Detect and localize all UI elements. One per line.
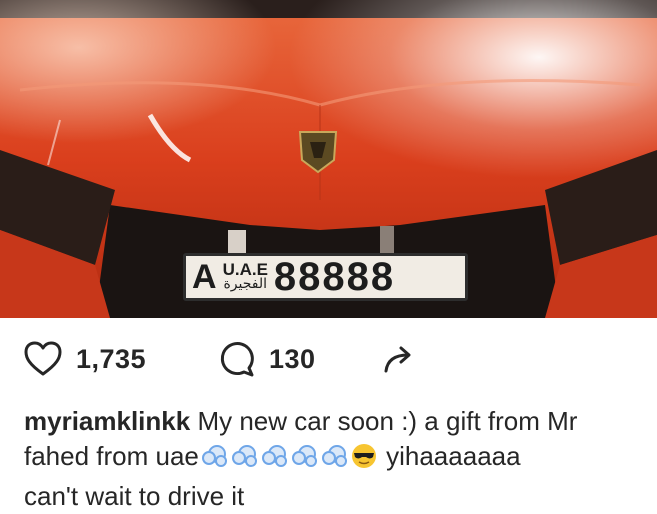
comment-icon [220,342,254,377]
dash-icon [199,442,229,479]
plate-number: 88888 [273,254,396,299]
like-count: 1,735 [76,343,147,374]
plate-emirate: الفجيرة [223,276,268,292]
comment-button[interactable]: 130 [219,332,316,386]
share-button[interactable] [382,332,414,386]
action-bar: 1,735 130 [24,332,644,386]
caption-text-line2: fahed from uae [24,441,199,471]
caption-text-line1: My new car soon :) a gift from Mr [190,406,578,436]
dash-icon [319,442,349,479]
caption-username[interactable]: myriamklinkk [24,406,190,436]
license-plate: A U.A.E الفجيرة 88888 [183,253,468,301]
share-icon [384,346,411,373]
plate-country: U.A.E [222,260,268,279]
dash-icon [289,442,319,479]
sunglasses-face-icon [349,442,379,479]
dash-icon [259,442,289,479]
caption-text-line3: can't wait to drive it [24,481,245,511]
like-button[interactable]: 1,735 [24,332,146,386]
dash-icon [229,442,259,479]
comment-count: 130 [269,343,316,374]
plate-letter: A [192,257,217,296]
heart-icon [24,341,62,376]
post-caption: myriamklinkk My new car soon :) a gift f… [24,404,644,514]
caption-text-after-emojis: yihaaaaaaa [378,441,521,471]
post-photo[interactable]: A U.A.E الفجيرة 88888 [0,0,657,318]
